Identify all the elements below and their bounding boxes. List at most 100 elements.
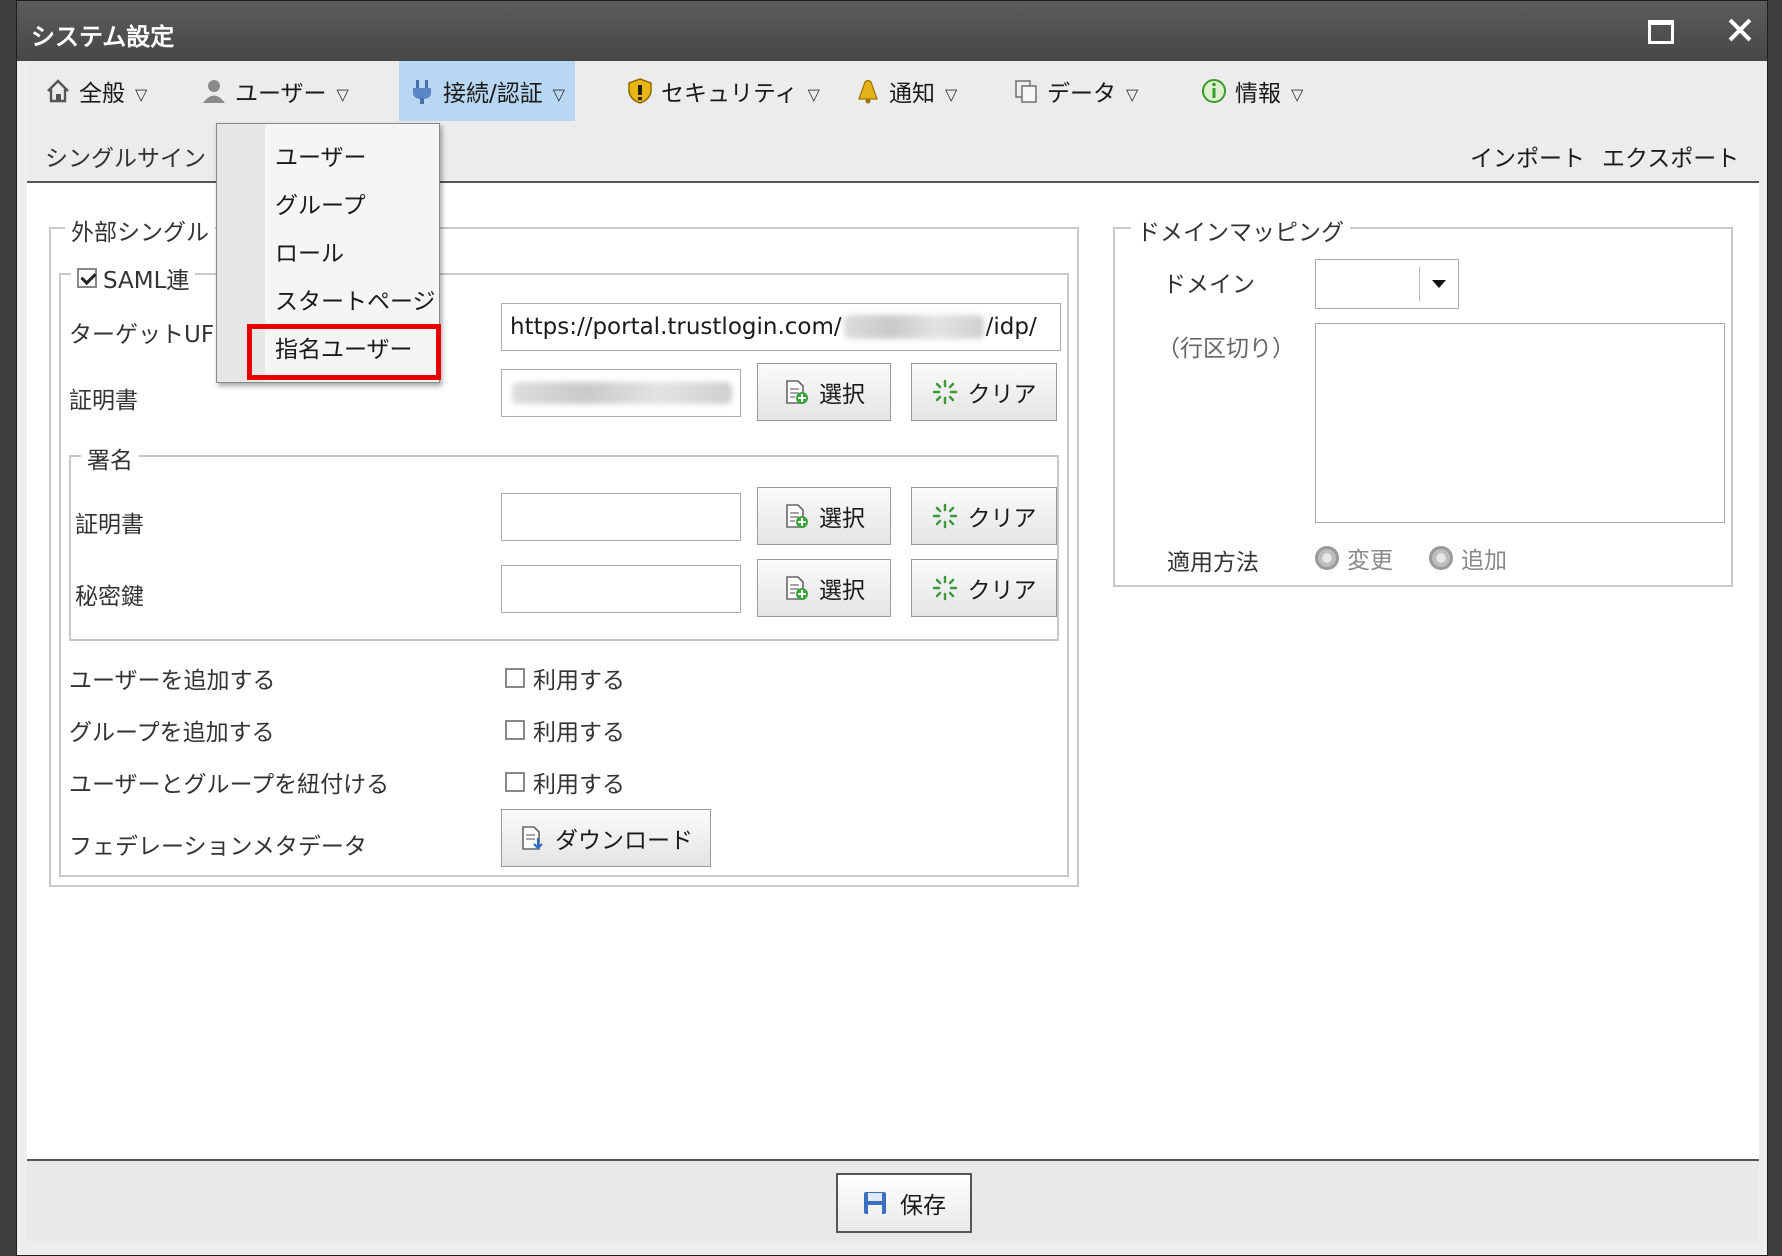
target-url-label: ターゲットUF — [69, 322, 215, 348]
apply-change-radio[interactable]: 変更 — [1315, 541, 1393, 575]
option-label-link-user-group: ユーザーとグループを紐付ける — [69, 772, 390, 798]
button-label: 保存 — [900, 1193, 946, 1219]
close-icon[interactable] — [1725, 15, 1755, 45]
radio[interactable] — [1429, 546, 1453, 570]
certificate-label: 証明書 — [69, 388, 138, 414]
signature-cert-clear-button[interactable]: クリア — [911, 487, 1057, 545]
signature-certificate-label: 証明書 — [75, 512, 144, 538]
apply-add-radio[interactable]: 追加 — [1429, 541, 1507, 575]
menu-label: ユーザー — [235, 81, 327, 107]
bell-icon — [855, 78, 881, 104]
radio-label: 追加 — [1461, 548, 1507, 574]
highlight-box — [247, 324, 441, 380]
file-add-icon — [783, 379, 809, 405]
menu-label: セキュリティ — [661, 81, 798, 107]
target-url-value: https://portal.trustlogin.com/ — [510, 314, 842, 340]
checkbox[interactable] — [505, 772, 525, 792]
redacted-text — [843, 315, 984, 339]
chevron-down-icon: ▽ — [1126, 84, 1139, 104]
button-label: 選択 — [819, 578, 865, 604]
checkbox-label: 利用する — [533, 720, 625, 746]
download-icon — [519, 825, 545, 851]
target-url-input[interactable]: https://portal.trustlogin.com/ /idp/ — [501, 303, 1061, 351]
chevron-down-icon: ▽ — [552, 84, 566, 104]
signature-legend: 署名 — [81, 441, 139, 475]
dropdown-item-user[interactable]: ユーザー — [275, 138, 367, 172]
clear-spinner-icon — [932, 503, 958, 529]
clear-spinner-icon — [932, 379, 958, 405]
option-label-add-group: グループを追加する — [69, 720, 275, 746]
checkbox[interactable] — [505, 668, 525, 688]
file-add-icon — [783, 575, 809, 601]
info-icon — [1201, 78, 1227, 104]
option-link-user-group-checkbox[interactable]: 利用する — [505, 765, 625, 799]
settings-window: システム設定 全般 ▽ ユーザー ▽ 接続/認証 ▽ セキュリティ ▽ 通知 ▽… — [16, 0, 1768, 1256]
certificate-select-button[interactable]: 選択 — [757, 363, 891, 421]
button-label: 選択 — [819, 382, 865, 408]
title-bar[interactable]: システム設定 — [17, 1, 1767, 61]
plug-icon — [409, 78, 435, 104]
menu-security[interactable]: セキュリティ ▽ — [617, 61, 830, 121]
chevron-down-icon: ▽ — [135, 84, 148, 104]
private-key-clear-button[interactable]: クリア — [911, 559, 1057, 617]
menu-connection-auth[interactable]: 接続/認証 ▽ — [399, 61, 576, 121]
current-page-label: シングルサイン — [45, 146, 206, 172]
dropdown-item-group[interactable]: グループ — [275, 186, 366, 220]
menu-user[interactable]: ユーザー ▽ — [191, 61, 359, 121]
button-label: クリア — [967, 506, 1037, 532]
button-label: ダウンロード — [555, 828, 693, 854]
copy-icon — [1013, 78, 1039, 104]
private-key-input[interactable] — [501, 565, 741, 613]
chevron-down-icon: ▽ — [807, 84, 820, 104]
button-label: クリア — [967, 382, 1037, 408]
menu-label: 全般 — [79, 81, 125, 107]
download-button[interactable]: ダウンロード — [501, 809, 711, 867]
saml-label: SAML連 — [103, 268, 190, 294]
linebreak-hint: （行区切り） — [1157, 336, 1295, 362]
export-link[interactable]: エクスポート — [1602, 139, 1739, 173]
signature-certificate-input[interactable] — [501, 493, 741, 541]
certificate-clear-button[interactable]: クリア — [911, 363, 1057, 421]
menu-label: 接続/認証 — [443, 81, 543, 107]
saml-checkbox[interactable] — [77, 268, 97, 288]
redacted-text — [512, 382, 732, 404]
saml-toggle[interactable]: SAML連 — [71, 261, 196, 295]
window-title: システム設定 — [31, 23, 175, 51]
save-button[interactable]: 保存 — [836, 1173, 972, 1233]
import-link[interactable]: インポート — [1470, 139, 1585, 173]
menu-bar: 全般 ▽ ユーザー ▽ 接続/認証 ▽ セキュリティ ▽ 通知 ▽ データ ▽ … — [27, 61, 1759, 121]
checkbox[interactable] — [505, 720, 525, 740]
domain-mapping-legend: ドメインマッピング — [1131, 213, 1350, 247]
dropdown-item-start-page[interactable]: スタートページ — [275, 282, 436, 316]
footer-bar: 保存 — [27, 1159, 1759, 1241]
domain-mapping-textarea[interactable] — [1315, 323, 1725, 523]
menu-label: データ — [1047, 81, 1116, 107]
private-key-select-button[interactable]: 選択 — [757, 559, 891, 617]
floppy-disk-icon — [862, 1190, 888, 1216]
button-label: クリア — [967, 578, 1037, 604]
apply-method-label: 適用方法 — [1167, 550, 1259, 576]
radio[interactable] — [1315, 546, 1339, 570]
menu-notification[interactable]: 通知 ▽ — [845, 61, 967, 121]
dropdown-item-role[interactable]: ロール — [275, 234, 344, 268]
certificate-input[interactable] — [501, 369, 741, 417]
menu-data[interactable]: データ ▽ — [1003, 61, 1148, 121]
shield-icon — [627, 78, 653, 104]
option-add-group-checkbox[interactable]: 利用する — [505, 713, 625, 747]
chevron-down-icon: ▽ — [336, 84, 349, 104]
radio-label: 変更 — [1347, 548, 1393, 574]
menu-general[interactable]: 全般 ▽ — [35, 61, 157, 121]
chevron-down-icon: ▽ — [1291, 84, 1304, 104]
federation-metadata-label: フェデレーションメタデータ — [69, 834, 367, 860]
menu-info[interactable]: 情報 ▽ — [1191, 61, 1313, 121]
sso-panel-legend: 外部シングル — [65, 213, 215, 247]
checkbox-label: 利用する — [533, 772, 625, 798]
maximize-icon[interactable] — [1645, 15, 1675, 45]
menu-label: 通知 — [889, 81, 935, 107]
domain-select[interactable] — [1315, 259, 1459, 309]
signature-cert-select-button[interactable]: 選択 — [757, 487, 891, 545]
option-add-user-checkbox[interactable]: 利用する — [505, 661, 625, 695]
target-url-suffix: /idp/ — [985, 314, 1037, 340]
chevron-down-icon: ▽ — [945, 84, 958, 104]
domain-label: ドメイン — [1163, 272, 1255, 298]
